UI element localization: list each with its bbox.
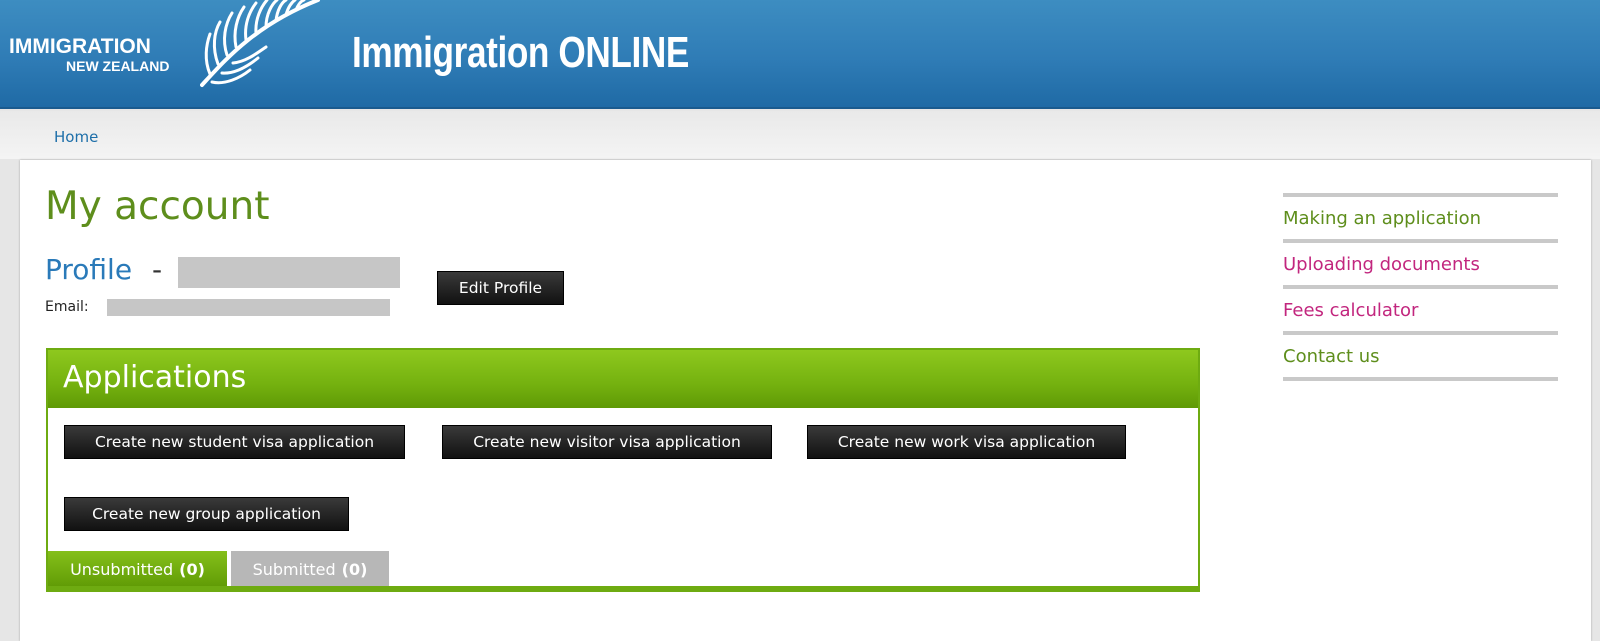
tab-unsubmitted[interactable]: Unsubmitted (0): [48, 551, 227, 588]
create-group-application-button[interactable]: Create new group application: [64, 497, 349, 531]
logo-line1: IMMIGRATION: [9, 35, 151, 58]
tab-unsubmitted-count: (0): [179, 560, 205, 579]
site-title: Immigration ONLINE: [352, 28, 689, 77]
sidenav-making-application-link[interactable]: Making an application: [1283, 197, 1558, 239]
redacted-email: [107, 299, 390, 316]
create-visitor-visa-button[interactable]: Create new visitor visa application: [442, 425, 772, 459]
site-logo[interactable]: IMMIGRATION NEW ZEALAND: [9, 35, 170, 75]
logo-line2: NEW ZEALAND: [66, 58, 170, 74]
site-header: IMMIGRATION NEW ZEALAND Immigration ONLI…: [0, 0, 1600, 109]
tab-submitted[interactable]: Submitted (0): [231, 551, 389, 588]
tab-unsubmitted-label: Unsubmitted: [70, 560, 174, 579]
applications-header: Applications: [48, 350, 1198, 408]
applications-title: Applications: [63, 360, 247, 395]
sidenav-fees-calculator-link[interactable]: Fees calculator: [1283, 289, 1558, 331]
divider: [1283, 377, 1558, 381]
tab-baseline: [48, 586, 1198, 590]
breadcrumb: Home: [0, 111, 1600, 159]
edit-profile-button[interactable]: Edit Profile: [437, 271, 564, 305]
breadcrumb-home-link[interactable]: Home: [54, 128, 98, 146]
page-title: My account: [45, 184, 270, 229]
profile-heading: Profile: [45, 253, 133, 286]
tab-submitted-count: (0): [341, 560, 368, 579]
side-navigation: Making an application Uploading document…: [1283, 193, 1558, 381]
tab-submitted-label: Submitted: [252, 560, 336, 579]
create-work-visa-button[interactable]: Create new work visa application: [807, 425, 1126, 459]
create-student-visa-button[interactable]: Create new student visa application: [64, 425, 405, 459]
sidenav-contact-us-link[interactable]: Contact us: [1283, 335, 1558, 377]
profile-separator: -: [152, 253, 163, 286]
email-label: Email:: [45, 299, 89, 315]
redacted-profile-name: [178, 257, 400, 288]
fern-icon: [200, 0, 320, 87]
sidenav-uploading-documents-link[interactable]: Uploading documents: [1283, 243, 1558, 285]
